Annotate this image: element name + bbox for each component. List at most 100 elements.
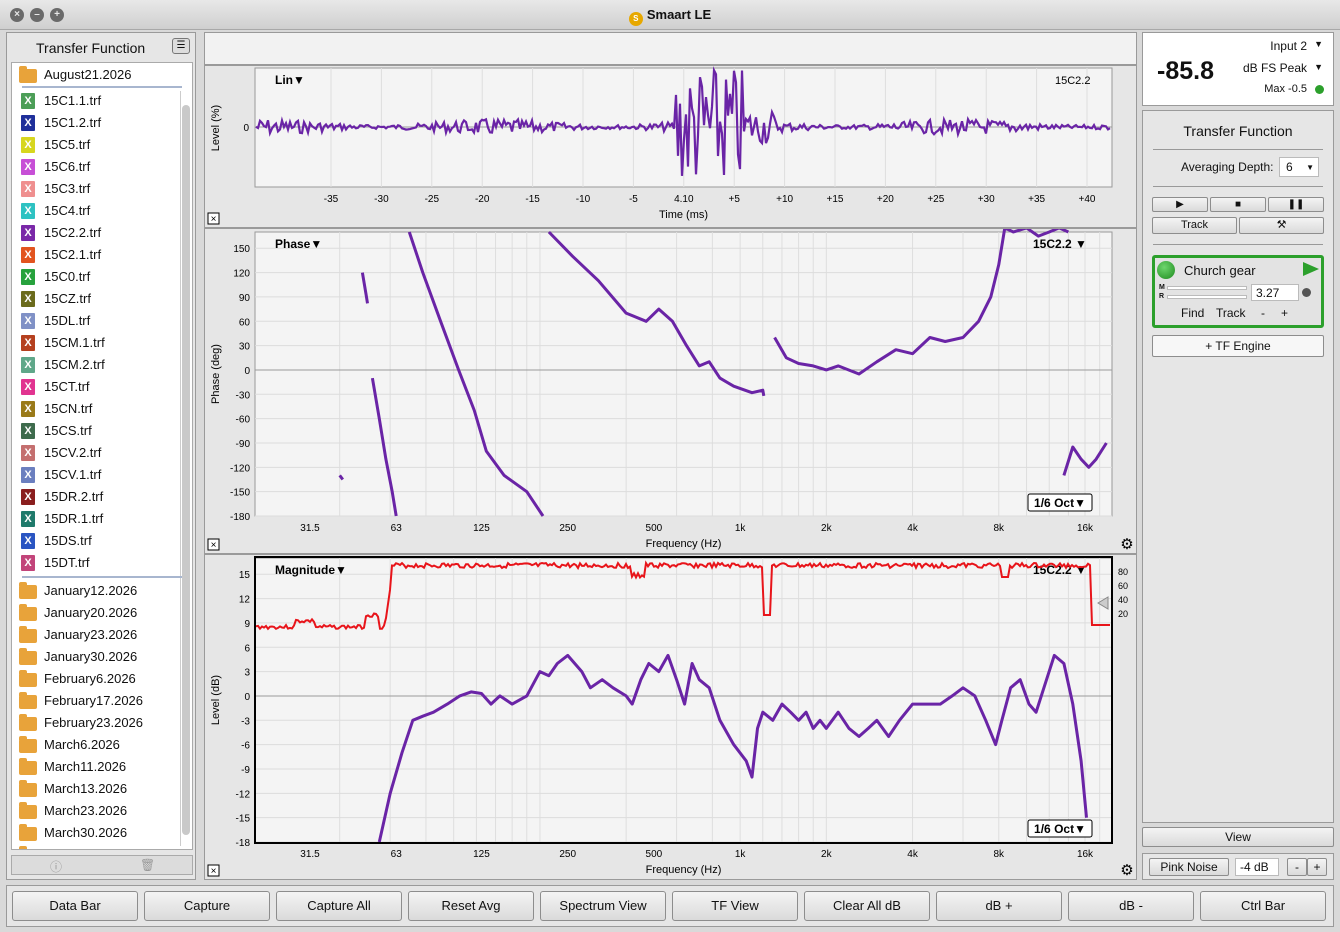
- gear-icon[interactable]: ⚙: [1120, 862, 1133, 879]
- file-item[interactable]: X 15CZ.trf: [12, 288, 182, 310]
- folder-item[interactable]: February23.2026: [12, 712, 182, 734]
- folder-item[interactable]: August21.2026: [12, 64, 182, 86]
- delay-plus-button[interactable]: +: [1281, 306, 1288, 320]
- engine-status-icon[interactable]: [1157, 261, 1175, 279]
- smoothing-selector[interactable]: 1/6 Oct▼: [1027, 493, 1093, 512]
- scrollbar-thumb[interactable]: [182, 105, 190, 835]
- trf-file-icon: X: [21, 445, 35, 461]
- folder-item[interactable]: March13.2026: [12, 778, 182, 800]
- stop-button[interactable]: ■: [1210, 197, 1266, 212]
- add-tf-engine-button[interactable]: + TF Engine: [1152, 335, 1324, 357]
- file-item[interactable]: X 15CT.trf: [12, 376, 182, 398]
- magnitude-plot[interactable]: 15129630-3-6-9-12-15-1831.5 63 125 250 500 1k…: [205, 555, 1136, 879]
- smoothing-selector[interactable]: 1/6 Oct▼: [1027, 819, 1093, 838]
- file-item[interactable]: X 15CV.1.trf: [12, 464, 182, 486]
- file-item[interactable]: X 15C5.trf: [12, 134, 182, 156]
- plot-type-selector[interactable]: Phase▼: [275, 237, 322, 251]
- btn-ctrl-bar[interactable]: Ctrl Bar: [1200, 891, 1326, 921]
- pink-noise-level[interactable]: -4 dB: [1235, 858, 1279, 876]
- file-item[interactable]: X 15DL.trf: [12, 310, 182, 332]
- smoothing-label[interactable]: 1/6 Oct▼: [1034, 822, 1086, 836]
- folder-item[interactable]: January23.2026: [12, 624, 182, 646]
- info-icon[interactable]: ⓘ: [50, 858, 62, 875]
- plot-type-selector[interactable]: Magnitude▼: [275, 563, 347, 577]
- file-item[interactable]: X 15C2.1.trf: [12, 244, 182, 266]
- folder-item[interactable]: March6.2026: [12, 734, 182, 756]
- file-item[interactable]: X 15CS.trf: [12, 420, 182, 442]
- y-tick-label: -15: [236, 814, 251, 825]
- file-item[interactable]: X 15CV.2.trf: [12, 442, 182, 464]
- play-button[interactable]: ▶: [1152, 197, 1208, 212]
- file-item[interactable]: X 15C6.trf: [12, 156, 182, 178]
- file-item[interactable]: X 15CM.2.trf: [12, 354, 182, 376]
- tf-engine-card[interactable]: Church gear M R 3.27 Find Track - +: [1152, 255, 1324, 328]
- folder-item[interactable]: February6.2026: [12, 668, 182, 690]
- file-item[interactable]: X 15CN.trf: [12, 398, 182, 420]
- trf-file-icon: X: [21, 203, 35, 219]
- folder-item[interactable]: March23.2026: [12, 800, 182, 822]
- file-item[interactable]: X 15C0.trf: [12, 266, 182, 288]
- view-button[interactable]: View: [1142, 827, 1334, 847]
- btn-capture-all[interactable]: Capture All: [276, 891, 402, 921]
- engine-name[interactable]: Church gear: [1184, 263, 1256, 278]
- chevron-down-icon[interactable]: ▼: [1314, 39, 1323, 49]
- impulse-plot[interactable]: -35 -30 -25 -20 -15 -10 -5 4.10 +5 +10 +15 +20 +25 +3…: [205, 66, 1136, 227]
- tools-button[interactable]: ⚒: [1239, 217, 1324, 234]
- delay-minus-button[interactable]: -: [1261, 306, 1265, 320]
- pause-button[interactable]: ❚❚: [1268, 197, 1324, 212]
- engine-run-icon[interactable]: [1303, 262, 1319, 276]
- delay-field[interactable]: 3.27: [1251, 284, 1299, 301]
- file-item[interactable]: X 15DT.trf: [12, 552, 182, 574]
- folder-item[interactable]: April3.2026: [12, 844, 182, 849]
- x-tick-label: +5: [728, 194, 740, 205]
- trash-icon[interactable]: 🗑: [140, 858, 155, 872]
- file-item[interactable]: X 15CM.1.trf: [12, 332, 182, 354]
- trf-file-icon: X: [21, 159, 35, 175]
- input-selector[interactable]: Input 2: [1270, 39, 1307, 53]
- btn-tf-view[interactable]: TF View: [672, 891, 798, 921]
- chevron-down-icon[interactable]: ▼: [1314, 62, 1323, 72]
- track-delay-button[interactable]: Track: [1216, 306, 1246, 320]
- file-item[interactable]: X 15C1.2.trf: [12, 112, 182, 134]
- y-tick-label: 120: [233, 269, 250, 280]
- file-item[interactable]: X 15C4.trf: [12, 200, 182, 222]
- noise-level-minus-button[interactable]: -: [1287, 858, 1307, 876]
- sidebar-menu-button[interactable]: ☰: [172, 38, 190, 54]
- file-browser[interactable]: August21.2026 X 15C1.1.trf X 15C1.2.trf X 15C5…: [11, 62, 193, 850]
- btn-db-[interactable]: dB -: [1068, 891, 1194, 921]
- phase-plot[interactable]: 150 120 90 60 30 0 -30 -60 -90 -120 -150 -180 31.5 63…: [205, 229, 1136, 553]
- meter-mode-selector[interactable]: dB FS Peak: [1243, 61, 1307, 75]
- folder-item[interactable]: January12.2026: [12, 580, 182, 602]
- trf-file-icon: X: [21, 93, 35, 109]
- file-item[interactable]: X 15DR.1.trf: [12, 508, 182, 530]
- file-item[interactable]: X 15C2.2.trf: [12, 222, 182, 244]
- find-delay-button[interactable]: Find: [1181, 306, 1204, 320]
- file-item[interactable]: X 15DS.trf: [12, 530, 182, 552]
- btn-reset-avg[interactable]: Reset Avg: [408, 891, 534, 921]
- folder-item[interactable]: March30.2026: [12, 822, 182, 844]
- file-item[interactable]: X 15C3.trf: [12, 178, 182, 200]
- folder-item[interactable]: January30.2026: [12, 646, 182, 668]
- btn-data-bar[interactable]: Data Bar: [12, 891, 138, 921]
- track-button[interactable]: Track: [1152, 217, 1237, 234]
- btn-db-[interactable]: dB +: [936, 891, 1062, 921]
- btn-capture[interactable]: Capture: [144, 891, 270, 921]
- pink-noise-button[interactable]: Pink Noise: [1149, 858, 1229, 876]
- smoothing-label[interactable]: 1/6 Oct▼: [1034, 496, 1086, 510]
- btn-spectrum-view[interactable]: Spectrum View: [540, 891, 666, 921]
- x-tick-label: -15: [525, 194, 540, 205]
- input-meter[interactable]: -85.8 Input 2 ▼ dB FS Peak ▼ Max -0.5: [1142, 32, 1334, 106]
- trace-selector[interactable]: 15C2.2 ▼: [1033, 237, 1087, 251]
- folder-item[interactable]: February17.2026: [12, 690, 182, 712]
- btn-clear-all-db[interactable]: Clear All dB: [804, 891, 930, 921]
- file-item[interactable]: X 15C1.1.trf: [12, 90, 182, 112]
- gear-icon[interactable]: ⚙: [1120, 536, 1133, 553]
- x-tick-label: -30: [374, 194, 389, 205]
- file-item[interactable]: X 15DR.2.trf: [12, 486, 182, 508]
- folder-item[interactable]: January20.2026: [12, 602, 182, 624]
- plot-type-selector[interactable]: Lin▼: [275, 73, 305, 87]
- noise-level-plus-button[interactable]: +: [1307, 858, 1327, 876]
- folder-item[interactable]: March11.2026: [12, 756, 182, 778]
- x-tick-label: 31.5: [300, 849, 320, 860]
- averaging-depth-select[interactable]: 6 ▼: [1279, 157, 1319, 177]
